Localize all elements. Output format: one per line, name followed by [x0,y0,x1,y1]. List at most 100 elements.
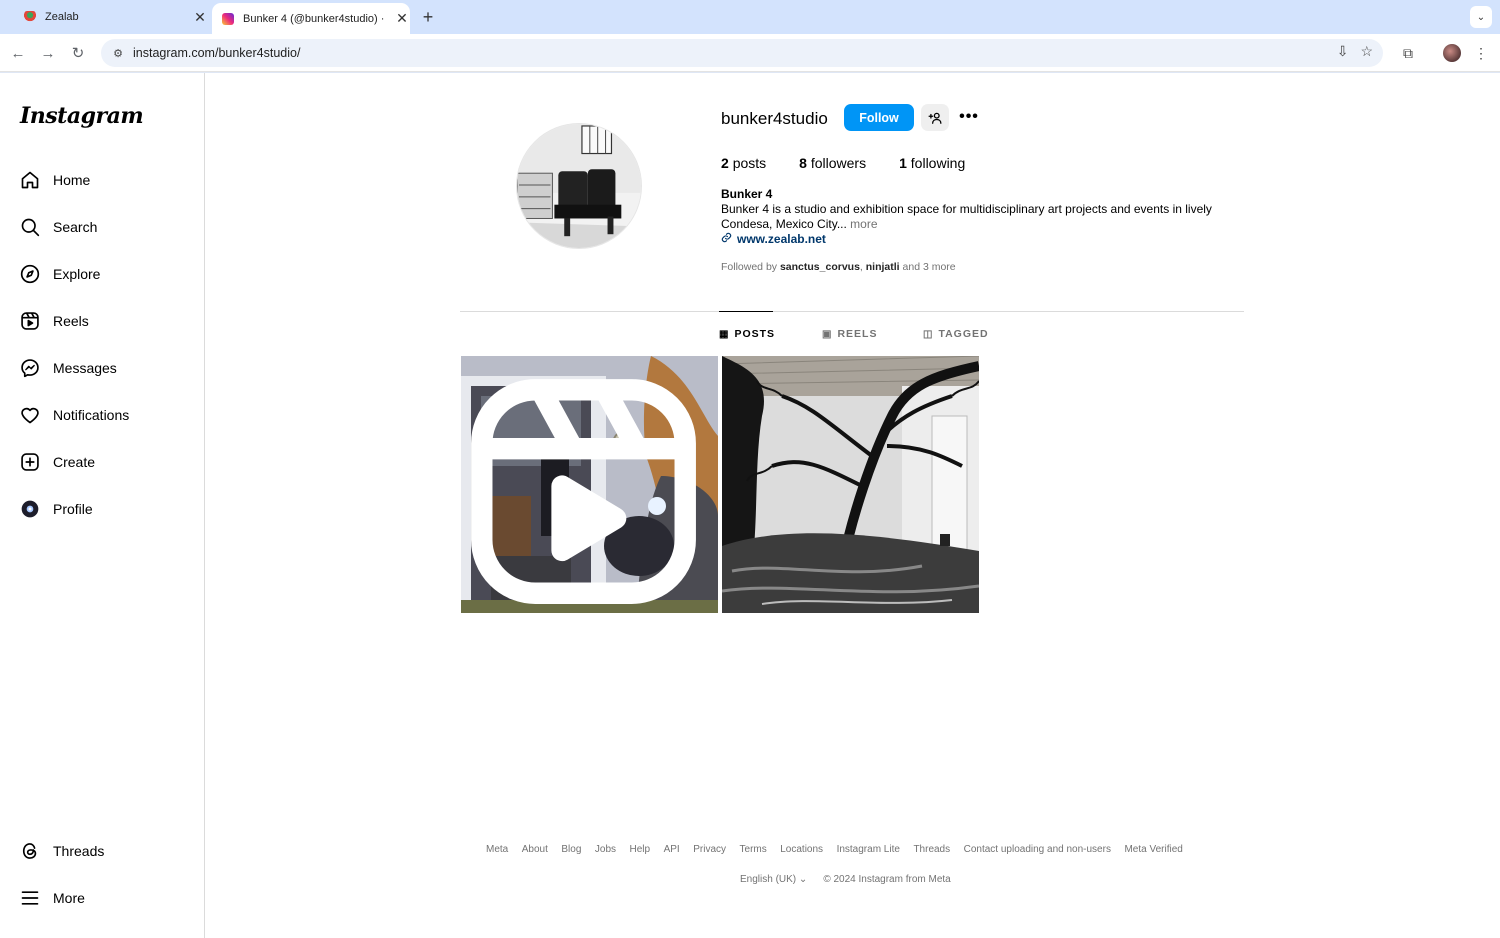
sidebar-item-search[interactable]: Search [20,214,97,240]
sidebar-item-messages[interactable]: Messages [20,355,117,381]
footer-link-meta[interactable]: Meta [486,844,508,855]
arrow-left-icon: ← [10,44,26,62]
browser-tab-instagram[interactable]: Bunker 4 (@bunker4studio) · ✕ [212,3,410,34]
profile-bio: Bunker 4 is a studio and exhibition spac… [721,202,1241,232]
tab-label: REELS [837,328,878,340]
new-tab-button[interactable]: + [418,7,438,27]
followed-by-suffix: and 3 more [902,261,956,273]
footer-bottom: English (UK) ⌄ © 2024 Instagram from Met… [740,874,951,885]
zealab-favicon-icon [24,11,36,23]
language-selector[interactable]: English (UK) ⌄ [740,874,807,885]
bio-more-link[interactable]: more [850,217,877,231]
avatar [20,499,40,519]
profile-button[interactable] [1442,42,1462,64]
address-bar[interactable]: ⚙ instagram.com/bunker4studio/ ⇩ ☆ [101,39,1383,67]
chevron-down-icon: ⌄ [798,874,808,885]
sidebar-item-reels[interactable]: Reels [20,308,89,334]
home-icon [20,170,40,190]
tab-reels[interactable]: ▣ REELS [822,328,877,340]
chevron-down-icon: ⌄ [1476,11,1486,23]
profile-stats: 2 posts 8 followers 1 following [721,155,998,171]
site-settings-icon[interactable]: ⚙ [103,47,133,60]
back-button[interactable]: ← [7,42,29,64]
language-label: English (UK) [740,874,797,885]
tab-label: POSTS [734,328,776,340]
avatar [1443,44,1461,62]
followers-count[interactable]: 8 followers [799,155,866,171]
options-button[interactable]: ••• [958,107,980,127]
tabs-divider [460,311,1244,312]
tab-tagged[interactable]: ◫ TAGGED [923,328,989,340]
bookmark-star-icon[interactable]: ☆ [1360,43,1373,60]
post-thumbnail-1[interactable] [461,356,718,613]
heart-icon [20,405,40,425]
sidebar-item-label: Search [53,219,98,235]
install-app-icon[interactable]: ⇩ [1337,43,1349,60]
reel-badge-icon [471,379,696,604]
browser-tab-zealab[interactable]: Zealab ✕ [14,0,208,34]
footer-link-jobs[interactable]: Jobs [595,844,616,855]
chrome-menu-button[interactable]: ⋮ [1472,42,1490,64]
sidebar-item-label: More [53,890,85,906]
active-tab-indicator [719,311,773,312]
footer-link-meta-verified[interactable]: Meta Verified [1124,844,1182,855]
website-url: www.zealab.net [737,232,826,246]
grid-icon: ▦ [719,328,730,340]
following-count[interactable]: 1 following [899,155,965,171]
sidebar-item-label: Home [53,172,91,188]
post-thumbnail-2[interactable] [722,356,979,613]
instagram-favicon-icon [222,12,234,25]
tab-posts[interactable]: ▦ POSTS [719,328,775,340]
footer-link-contact-uploading[interactable]: Contact uploading and non-users [964,844,1111,855]
forward-button[interactable]: → [37,42,59,64]
sidebar-item-home[interactable]: Home [20,167,90,193]
reload-button[interactable]: ↻ [67,42,89,64]
tab-search-button[interactable]: ⌄ [1470,6,1492,28]
profile-website-link[interactable]: www.zealab.net [721,232,826,246]
sidebar-item-profile[interactable]: Profile [20,496,93,522]
following-label: following [910,155,966,171]
tab-title: Bunker 4 (@bunker4studio) · [243,12,385,25]
footer-link-about[interactable]: About [522,844,548,855]
followed-by-prefix: Followed by [721,261,778,273]
puzzle-icon: ⧉ [1403,44,1413,61]
followed-by[interactable]: Followed by sanctus_corvus, ninjatli and… [721,261,956,273]
footer-link-privacy[interactable]: Privacy [693,844,726,855]
posts-label: posts [732,155,767,171]
instagram-page: Instagram Home Search Explore Reels Mess… [0,73,1500,938]
sidebar-item-more[interactable]: More [20,885,85,911]
footer-link-api[interactable]: API [664,844,680,855]
suggested-accounts-button[interactable] [921,104,949,131]
tab-title: Zealab [45,11,79,23]
extensions-button[interactable]: ⧉ [1398,42,1418,64]
follow-button[interactable]: Follow [844,104,914,131]
instagram-logo[interactable]: Instagram [20,103,144,129]
sidebar-item-notifications[interactable]: Notifications [20,402,129,428]
footer-link-help[interactable]: Help [630,844,651,855]
footer-link-instagram-lite[interactable]: Instagram Lite [837,844,900,855]
sidebar: Instagram Home Search Explore Reels Mess… [0,73,205,938]
footer-link-locations[interactable]: Locations [780,844,823,855]
profile-picture[interactable] [516,123,642,249]
sidebar-item-label: Threads [53,843,105,859]
followers-label: followers [810,155,867,171]
sidebar-item-label: Profile [53,501,93,517]
compass-icon [20,264,40,284]
url-text: instagram.com/bunker4studio/ [133,46,301,60]
footer-link-blog[interactable]: Blog [561,844,581,855]
sidebar-item-threads[interactable]: Threads [20,838,104,864]
posts-count[interactable]: 2 posts [721,155,766,171]
link-icon [721,232,732,246]
arrow-right-icon: → [40,44,56,62]
reels-icon [20,311,40,331]
footer-link-threads[interactable]: Threads [913,844,950,855]
add-person-icon [928,112,942,124]
copyright: © 2024 Instagram from Meta [823,874,951,885]
footer-link-terms[interactable]: Terms [740,844,767,855]
sidebar-item-explore[interactable]: Explore [20,261,100,287]
close-icon[interactable]: ✕ [192,9,208,25]
close-icon[interactable]: ✕ [394,10,410,27]
reload-icon: ↻ [71,45,85,62]
post-image [722,356,979,613]
sidebar-item-create[interactable]: Create [20,449,95,475]
